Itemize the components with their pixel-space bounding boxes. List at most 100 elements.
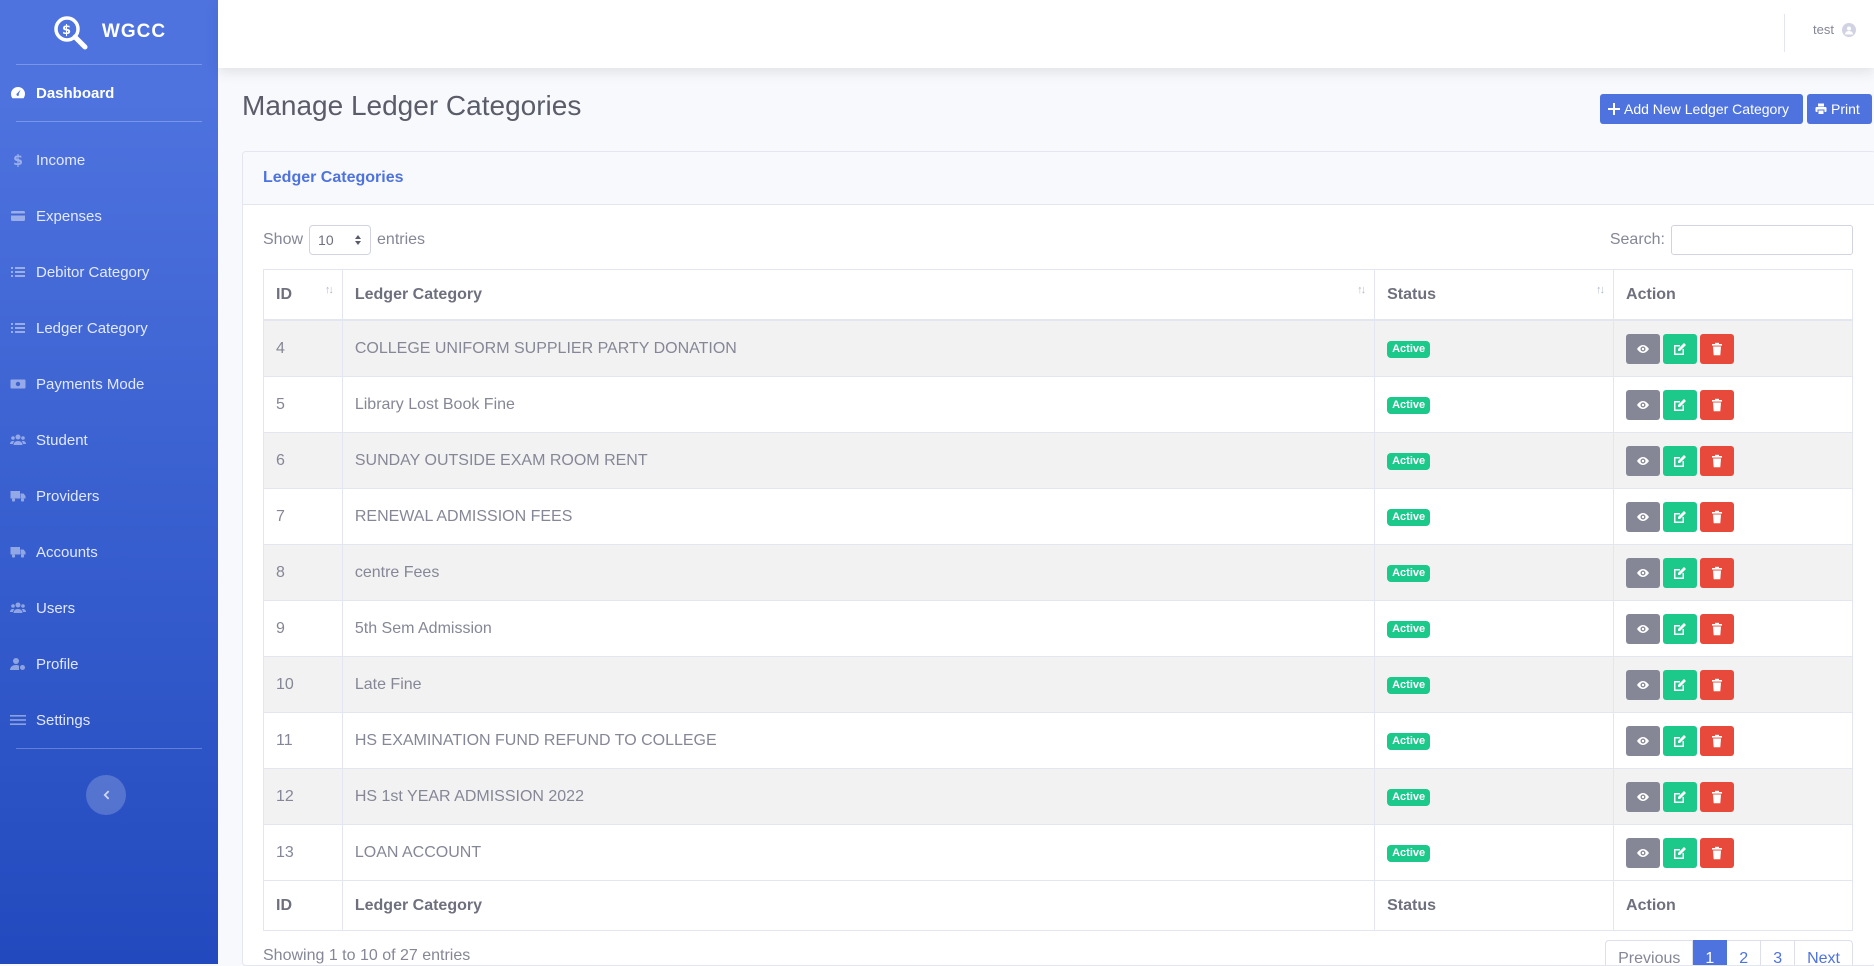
sidebar-item-providers[interactable]: Providers	[0, 468, 218, 524]
column-header-action: Action	[1613, 269, 1853, 321]
cell-status: Active	[1374, 432, 1615, 489]
row-actions	[1626, 445, 1840, 476]
column-header-ledger-category[interactable]: Ledger Category ↑↓	[341, 269, 1376, 321]
sidebar-item-settings[interactable]: Settings	[0, 692, 218, 748]
cell-ledger-category: COLLEGE UNIFORM SUPPLIER PARTY DONATION	[341, 319, 1376, 377]
status-badge: Active	[1387, 845, 1431, 862]
delete-button[interactable]	[1700, 781, 1735, 812]
entries-select[interactable]: 10	[309, 225, 372, 255]
view-button[interactable]	[1626, 557, 1661, 588]
delete-button[interactable]	[1700, 725, 1735, 756]
pagination-page-3[interactable]: 3	[1761, 940, 1796, 965]
cell-id: 8	[263, 544, 343, 601]
delete-button[interactable]	[1700, 557, 1735, 588]
column-header-id[interactable]: ID ↑↓	[263, 269, 343, 321]
edit-icon	[1673, 734, 1687, 748]
view-button[interactable]	[1626, 445, 1661, 476]
pagination-page-2[interactable]: 2	[1727, 940, 1762, 965]
delete-button[interactable]	[1700, 613, 1735, 644]
edit-icon	[1673, 678, 1687, 692]
trash-icon	[1710, 342, 1724, 356]
pagination-next[interactable]: Next	[1795, 940, 1853, 965]
edit-button[interactable]	[1663, 445, 1698, 476]
cell-status: Active	[1374, 824, 1615, 881]
column-header-status[interactable]: Status ↑↓	[1374, 269, 1615, 321]
delete-button[interactable]	[1700, 445, 1735, 476]
edit-button[interactable]	[1663, 333, 1698, 364]
trash-icon	[1710, 454, 1724, 468]
cell-id: 12	[263, 768, 343, 825]
search-dollar-icon: $	[54, 16, 88, 50]
user-menu[interactable]: test	[1813, 22, 1856, 37]
view-button[interactable]	[1626, 501, 1661, 532]
sidebar-item-dashboard[interactable]: Dashboard	[0, 65, 218, 121]
pagination-previous[interactable]: Previous	[1605, 940, 1694, 965]
sidebar-divider	[16, 748, 202, 749]
edit-button[interactable]	[1663, 725, 1698, 756]
sidebar-item-student[interactable]: Student	[0, 412, 218, 468]
sidebar-item-label: Expenses	[36, 207, 102, 225]
cell-id: 10	[263, 656, 343, 713]
delete-button[interactable]	[1700, 669, 1735, 700]
edit-icon	[1673, 622, 1687, 636]
add-ledger-category-button[interactable]: Add New Ledger Category	[1600, 94, 1803, 124]
edit-button[interactable]	[1663, 389, 1698, 420]
delete-button[interactable]	[1700, 501, 1735, 532]
ledger-categories-table: ID ↑↓ Ledger Category ↑↓ Status ↑↓ Action 4…	[263, 269, 1853, 931]
sidebar-item-ledger-category[interactable]: Ledger Category	[0, 300, 218, 356]
eye-icon	[1636, 454, 1650, 468]
eye-icon	[1636, 342, 1650, 356]
cell-id: 7	[263, 488, 343, 545]
sidebar-item-users[interactable]: Users	[0, 580, 218, 636]
cell-status: Active	[1374, 768, 1615, 825]
edit-button[interactable]	[1663, 781, 1698, 812]
view-button[interactable]	[1626, 837, 1661, 868]
cell-action	[1613, 824, 1853, 881]
truck-icon	[10, 488, 26, 504]
row-actions	[1626, 501, 1840, 532]
search-input[interactable]	[1671, 225, 1853, 255]
trash-icon	[1710, 846, 1724, 860]
sidebar-toggle-button[interactable]	[86, 775, 126, 815]
edit-button[interactable]	[1663, 613, 1698, 644]
sidebar-item-label: Income	[36, 151, 86, 169]
view-button[interactable]	[1626, 781, 1661, 812]
edit-icon	[1673, 566, 1687, 580]
sidebar-item-payments-mode[interactable]: Payments Mode	[0, 356, 218, 412]
edit-button[interactable]	[1663, 557, 1698, 588]
sidebar-item-label: Profile	[36, 655, 79, 673]
money-bill-icon	[10, 376, 26, 392]
view-button[interactable]	[1626, 613, 1661, 644]
cell-id: 9	[263, 600, 343, 657]
pagination-page-1[interactable]: 1	[1693, 940, 1728, 965]
view-button[interactable]	[1626, 333, 1661, 364]
entries-select-value: 10	[318, 232, 334, 248]
cell-ledger-category: HS 1st YEAR ADMISSION 2022	[341, 768, 1376, 825]
sidebar-item-label: Users	[36, 599, 76, 617]
view-button[interactable]	[1626, 389, 1661, 420]
delete-button[interactable]	[1700, 389, 1735, 420]
cell-ledger-category: centre Fees	[341, 544, 1376, 601]
row-actions	[1626, 613, 1840, 644]
sidebar-item-debitor-category[interactable]: Debitor Category	[0, 244, 218, 300]
view-button[interactable]	[1626, 669, 1661, 700]
print-button[interactable]: Print	[1807, 94, 1872, 124]
edit-button[interactable]	[1663, 501, 1698, 532]
sidebar-item-profile[interactable]: Profile	[0, 636, 218, 692]
cell-status: Active	[1374, 600, 1615, 657]
cell-id: 11	[263, 712, 343, 769]
sidebar-item-income[interactable]: $ Income	[0, 132, 218, 188]
brand[interactable]: $ WGCC	[0, 0, 218, 64]
users-icon	[10, 432, 26, 448]
view-button[interactable]	[1626, 725, 1661, 756]
sidebar-item-accounts[interactable]: Accounts	[0, 524, 218, 580]
edit-button[interactable]	[1663, 837, 1698, 868]
sidebar-item-expenses[interactable]: Expenses	[0, 188, 218, 244]
cell-status: Active	[1374, 376, 1615, 433]
footer-header-status: Status	[1374, 880, 1615, 931]
delete-button[interactable]	[1700, 333, 1735, 364]
edit-button[interactable]	[1663, 669, 1698, 700]
delete-button[interactable]	[1700, 837, 1735, 868]
edit-icon	[1673, 790, 1687, 804]
cell-action	[1613, 544, 1853, 601]
